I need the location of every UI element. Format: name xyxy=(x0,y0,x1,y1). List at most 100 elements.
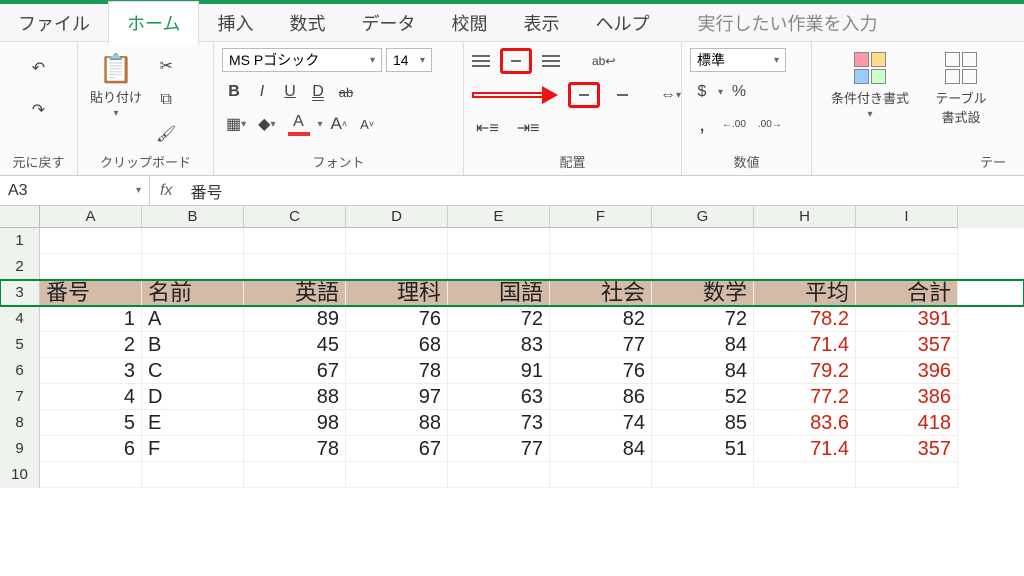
cell[interactable]: 84 xyxy=(550,436,652,462)
decrease-indent-button[interactable]: ⇤≡ xyxy=(472,116,503,140)
merge-center-button[interactable]: ⇔▾ xyxy=(656,83,685,107)
table-format-button[interactable]: テーブル 書式設 xyxy=(926,48,996,130)
tab-review[interactable]: 校閲 xyxy=(433,2,505,44)
cell[interactable]: 71.4 xyxy=(754,436,856,462)
row-header[interactable]: 9 xyxy=(0,436,40,462)
chevron-down-icon[interactable]: ▾ xyxy=(318,119,323,130)
column-header[interactable]: H xyxy=(754,206,856,228)
column-header[interactable]: C xyxy=(244,206,346,228)
tab-help[interactable]: ヘルプ xyxy=(577,2,667,44)
cell[interactable]: 418 xyxy=(856,410,958,436)
cell[interactable]: 3 xyxy=(40,358,142,384)
cell[interactable]: B xyxy=(142,332,244,358)
cell[interactable] xyxy=(346,462,448,488)
cell[interactable]: 67 xyxy=(244,358,346,384)
cell[interactable] xyxy=(244,228,346,254)
cell[interactable]: 357 xyxy=(856,436,958,462)
row-header[interactable]: 4 xyxy=(0,306,40,332)
align-right-button[interactable] xyxy=(610,87,628,103)
cell[interactable]: 357 xyxy=(856,332,958,358)
cell[interactable]: 72 xyxy=(652,306,754,332)
cell[interactable]: 98 xyxy=(244,410,346,436)
cell[interactable] xyxy=(652,228,754,254)
cell[interactable]: 数学 xyxy=(652,280,754,306)
row-header[interactable]: 3 xyxy=(0,280,40,306)
name-box[interactable]: A3 ▾ xyxy=(0,176,150,205)
cell[interactable]: 名前 xyxy=(142,280,244,306)
cell[interactable]: 2 xyxy=(40,332,142,358)
font-color-button[interactable]: A xyxy=(284,112,314,136)
cell[interactable]: 79.2 xyxy=(754,358,856,384)
tab-formulas[interactable]: 数式 xyxy=(271,2,343,44)
cell[interactable] xyxy=(448,228,550,254)
column-header[interactable]: A xyxy=(40,206,142,228)
align-bottom-button[interactable] xyxy=(542,53,560,69)
cell[interactable]: 88 xyxy=(346,410,448,436)
cell[interactable] xyxy=(448,254,550,280)
tab-file[interactable]: ファイル xyxy=(0,2,108,44)
cell[interactable]: 77 xyxy=(448,436,550,462)
cell[interactable]: 52 xyxy=(652,384,754,410)
cell[interactable] xyxy=(856,228,958,254)
tab-data[interactable]: データ xyxy=(343,2,433,44)
paste-button[interactable]: 📋 貼り付け ▾ xyxy=(86,48,146,123)
wrap-text-button[interactable]: ab↩ xyxy=(588,49,619,73)
cell[interactable]: 74 xyxy=(550,410,652,436)
tab-insert[interactable]: 挿入 xyxy=(199,2,271,44)
cell[interactable]: 社会 xyxy=(550,280,652,306)
tell-me-box[interactable]: 実行したい作業を入力 xyxy=(667,2,1024,44)
cell[interactable] xyxy=(40,228,142,254)
cell[interactable] xyxy=(652,462,754,488)
format-painter-button[interactable]: 🖌 xyxy=(152,122,180,146)
cell[interactable] xyxy=(244,254,346,280)
cell[interactable]: 71.4 xyxy=(754,332,856,358)
cell[interactable] xyxy=(346,254,448,280)
tab-view[interactable]: 表示 xyxy=(505,2,577,44)
cell[interactable] xyxy=(142,254,244,280)
cell[interactable]: 77.2 xyxy=(754,384,856,410)
column-header[interactable]: I xyxy=(856,206,958,228)
cell[interactable]: E xyxy=(142,410,244,436)
cell[interactable] xyxy=(40,254,142,280)
cell[interactable]: 83.6 xyxy=(754,410,856,436)
font-size-select[interactable]: 14 ▾ xyxy=(386,48,432,72)
cell[interactable] xyxy=(754,228,856,254)
cell[interactable]: 平均 xyxy=(754,280,856,306)
cell[interactable]: 63 xyxy=(448,384,550,410)
cell[interactable] xyxy=(448,462,550,488)
cell[interactable] xyxy=(244,462,346,488)
bold-button[interactable]: B xyxy=(222,80,246,104)
cell[interactable]: 51 xyxy=(652,436,754,462)
number-format-select[interactable]: 標準 ▾ xyxy=(690,48,786,72)
cell[interactable] xyxy=(754,462,856,488)
align-middle-button[interactable] xyxy=(507,53,525,69)
cell[interactable]: 67 xyxy=(346,436,448,462)
cell[interactable] xyxy=(652,254,754,280)
cell[interactable]: 396 xyxy=(856,358,958,384)
cell[interactable]: 76 xyxy=(550,358,652,384)
cell[interactable]: 国語 xyxy=(448,280,550,306)
formula-input[interactable]: 番号 xyxy=(182,179,1024,203)
row-header[interactable]: 10 xyxy=(0,462,40,488)
cell[interactable]: 391 xyxy=(856,306,958,332)
fx-button[interactable]: fx xyxy=(150,182,182,200)
cell[interactable]: 77 xyxy=(550,332,652,358)
cell[interactable]: C xyxy=(142,358,244,384)
cell[interactable]: 理科 xyxy=(346,280,448,306)
redo-button[interactable]: ↷ xyxy=(27,98,51,122)
cell[interactable]: 85 xyxy=(652,410,754,436)
cell[interactable] xyxy=(346,228,448,254)
cell[interactable]: 6 xyxy=(40,436,142,462)
cell[interactable]: A xyxy=(142,306,244,332)
cell[interactable]: 78 xyxy=(346,358,448,384)
copy-button[interactable]: ⧉ xyxy=(152,88,180,112)
strike-button[interactable]: ab xyxy=(334,80,358,104)
cell[interactable] xyxy=(142,462,244,488)
cell[interactable]: 合計 xyxy=(856,280,958,306)
align-top-button[interactable] xyxy=(472,53,490,69)
percent-button[interactable]: % xyxy=(727,80,751,104)
cell[interactable]: 英語 xyxy=(244,280,346,306)
cell[interactable]: 84 xyxy=(652,332,754,358)
cell[interactable]: 91 xyxy=(448,358,550,384)
cell[interactable]: 88 xyxy=(244,384,346,410)
